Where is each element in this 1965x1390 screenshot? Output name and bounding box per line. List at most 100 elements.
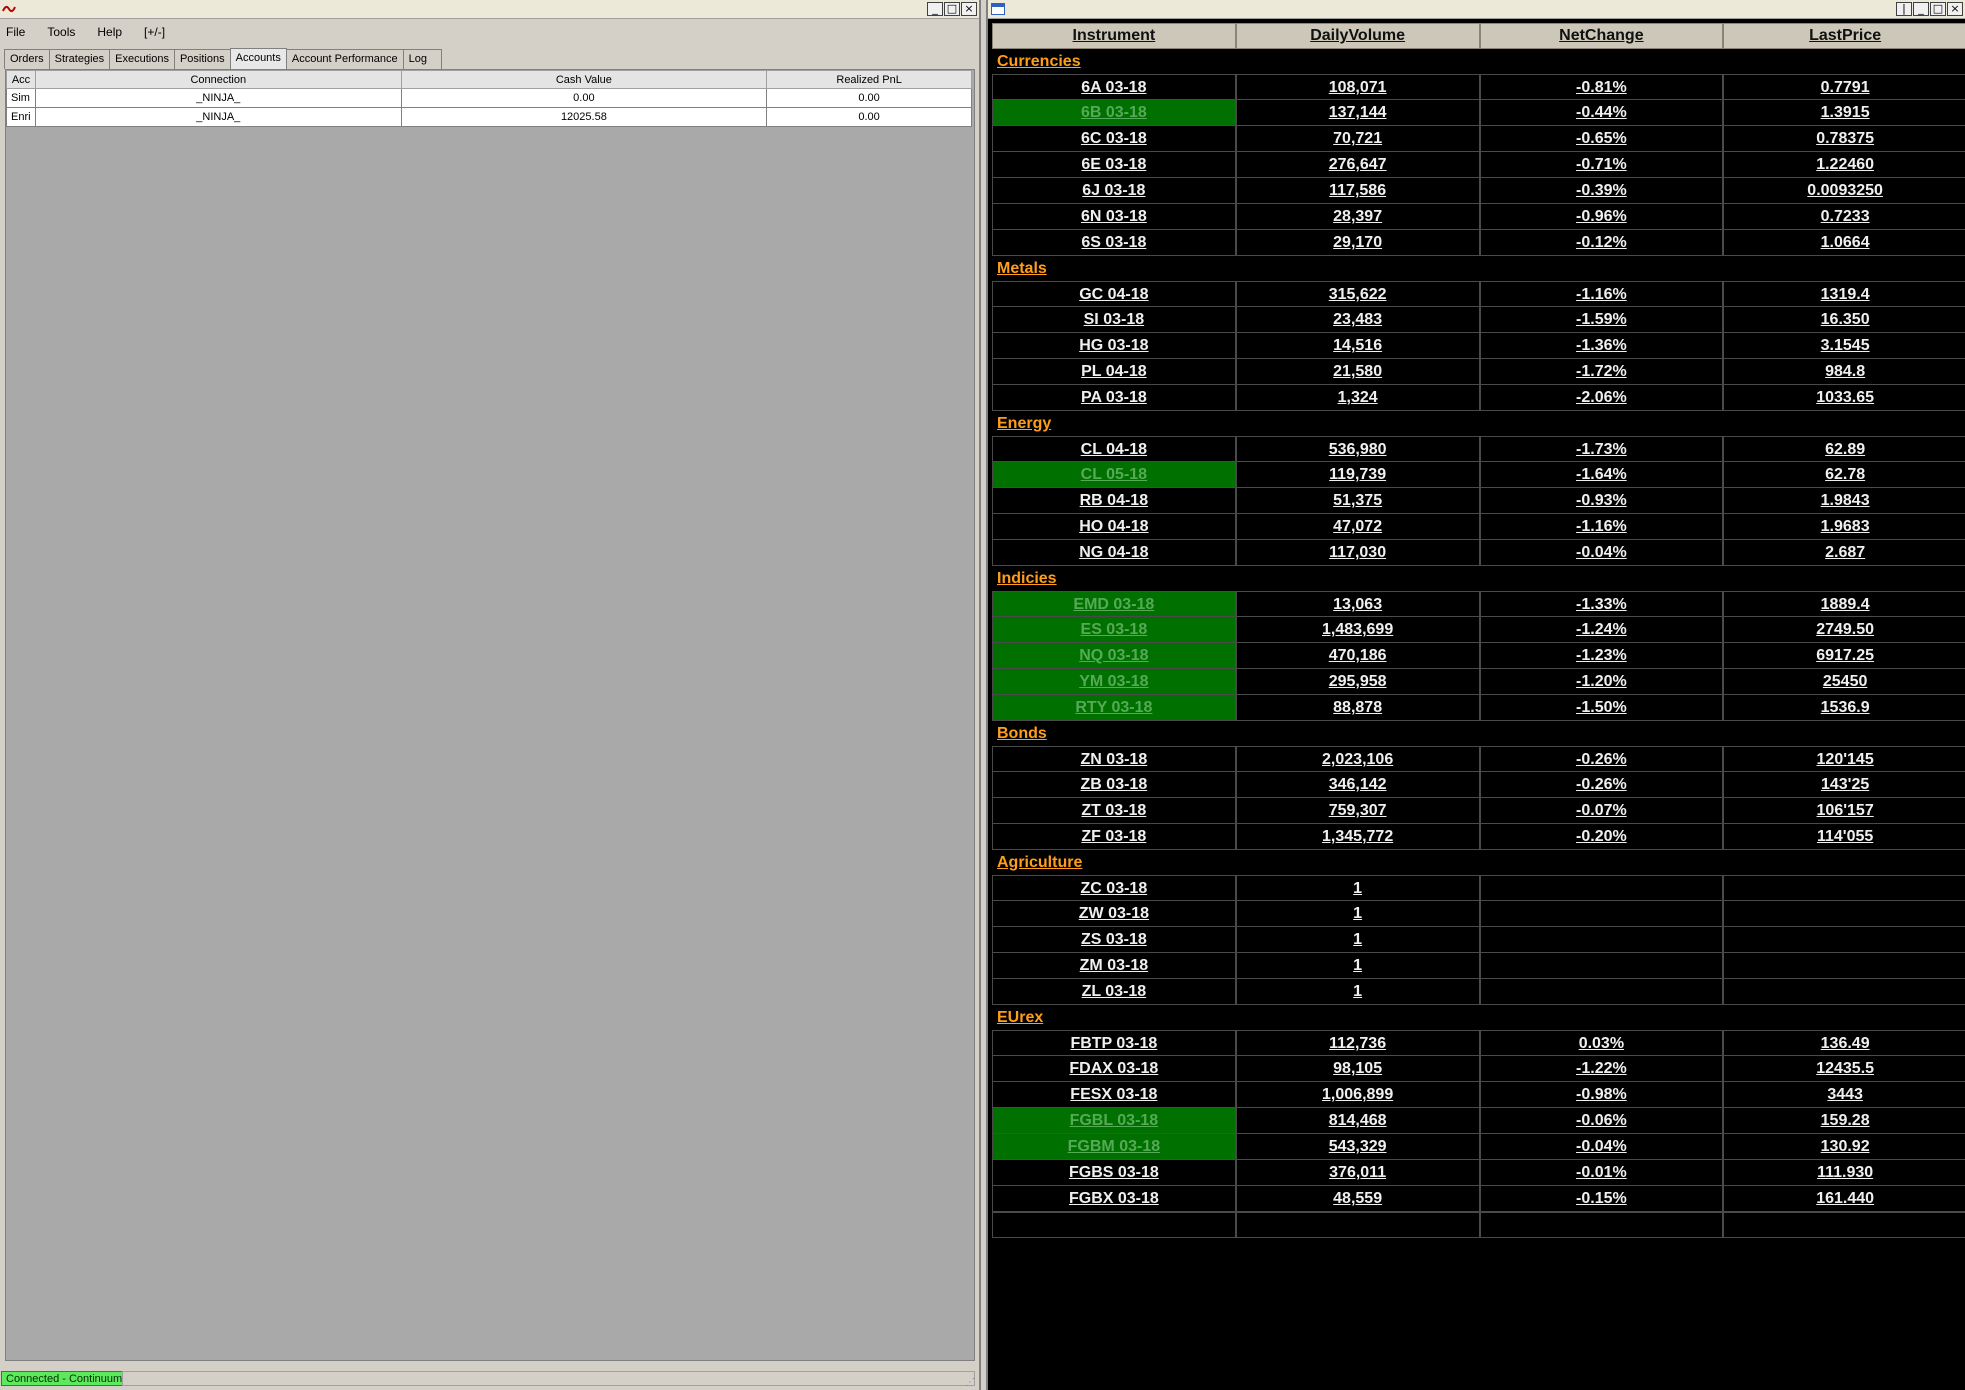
instrument-row[interactable]: GC 04-18 315,622 -1.16% 1319.4 bbox=[992, 281, 1965, 307]
instrument-row[interactable]: NQ 03-18 470,186 -1.23% 6917.25 bbox=[992, 643, 1965, 669]
control-center-titlebar[interactable]: _ □ × bbox=[0, 0, 979, 19]
cell-last-price: 1.9843 bbox=[1723, 488, 1965, 514]
instrument-row[interactable]: ZL 03-18 1 bbox=[992, 979, 1965, 1005]
cell-instrument: 6A 03-18 bbox=[992, 75, 1236, 100]
group-header-indicies[interactable]: Indicies bbox=[992, 566, 1965, 591]
instrument-row[interactable]: FGBX 03-18 48,559 -0.15% 161.440 bbox=[992, 1186, 1965, 1212]
instrument-row[interactable]: ZW 03-18 1 bbox=[992, 901, 1965, 927]
instrument-row[interactable]: 6C 03-18 70,721 -0.65% 0.78375 bbox=[992, 126, 1965, 152]
table-row[interactable]: Sim _NINJA_ 0.00 0.00 bbox=[6, 88, 972, 108]
instrument-row[interactable]: HO 04-18 47,072 -1.16% 1.9683 bbox=[992, 514, 1965, 540]
instrument-row[interactable]: 6N 03-18 28,397 -0.96% 0.7233 bbox=[992, 204, 1965, 230]
menu-toggle[interactable]: [+/-] bbox=[144, 25, 165, 39]
minimize-button[interactable]: _ bbox=[927, 2, 943, 16]
instrument-row[interactable]: YM 03-18 295,958 -1.20% 25450 bbox=[992, 669, 1965, 695]
col-header-instrument[interactable]: Instrument bbox=[992, 23, 1236, 49]
col-header-last-price[interactable]: LastPrice bbox=[1723, 23, 1965, 49]
instrument-row[interactable]: CL 04-18 536,980 -1.73% 62.89 bbox=[992, 436, 1965, 462]
instrument-row[interactable]: FGBS 03-18 376,011 -0.01% 111.930 bbox=[992, 1160, 1965, 1186]
cell-last-price: 106'157 bbox=[1723, 798, 1965, 824]
instrument-row[interactable]: FGBM 03-18 543,329 -0.04% 130.92 bbox=[992, 1134, 1965, 1160]
col-header-realized-pnl[interactable]: Realized PnL bbox=[766, 70, 972, 89]
group-header-metals[interactable]: Metals bbox=[992, 256, 1965, 281]
instrument-row[interactable]: CL 05-18 119,739 -1.64% 62.78 bbox=[992, 462, 1965, 488]
instrument-row[interactable]: HG 03-18 14,516 -1.36% 3.1545 bbox=[992, 333, 1965, 359]
instrument-row[interactable]: ZF 03-18 1,345,772 -0.20% 114'055 bbox=[992, 824, 1965, 850]
instrument-row[interactable]: FDAX 03-18 98,105 -1.22% 12435.5 bbox=[992, 1056, 1965, 1082]
cell-daily-volume: 1 bbox=[1235, 979, 1480, 1005]
instrument-row[interactable]: ZT 03-18 759,307 -0.07% 106'157 bbox=[992, 798, 1965, 824]
col-header-cash-value[interactable]: Cash Value bbox=[400, 70, 768, 89]
cell-last-price: 1033.65 bbox=[1723, 385, 1965, 411]
cell-last-price: 159.28 bbox=[1723, 1108, 1965, 1134]
instrument-row[interactable]: ZN 03-18 2,023,106 -0.26% 120'145 bbox=[992, 746, 1965, 772]
close-button[interactable]: × bbox=[1947, 2, 1963, 16]
instrument-row[interactable]: 6S 03-18 29,170 -0.12% 1.0664 bbox=[992, 230, 1965, 256]
pin-button[interactable]: | bbox=[1896, 2, 1912, 16]
tab-log[interactable]: Log bbox=[402, 49, 442, 69]
cell-instrument: ZL 03-18 bbox=[992, 979, 1236, 1005]
cell-net-change: -0.06% bbox=[1479, 1108, 1724, 1134]
group-header-currencies[interactable]: Currencies bbox=[992, 49, 1965, 74]
instrument-row[interactable]: 6A 03-18 108,071 -0.81% 0.7791 bbox=[992, 74, 1965, 100]
instrument-row[interactable]: NG 04-18 117,030 -0.04% 2.687 bbox=[992, 540, 1965, 566]
instrument-row[interactable]: EMD 03-18 13,063 -1.33% 1889.4 bbox=[992, 591, 1965, 617]
col-header-acc[interactable]: Acc bbox=[6, 70, 36, 89]
tab-executions[interactable]: Executions bbox=[109, 49, 175, 69]
instrument-row[interactable]: SI 03-18 23,483 -1.59% 16.350 bbox=[992, 307, 1965, 333]
cell-last-price: 1.22460 bbox=[1723, 152, 1965, 178]
cell-net-change: -1.16% bbox=[1479, 514, 1724, 540]
cell-last-price: 1.3915 bbox=[1723, 100, 1965, 126]
instrument-row[interactable]: ZB 03-18 346,142 -0.26% 143'25 bbox=[992, 772, 1965, 798]
cell-last-price: 2749.50 bbox=[1723, 617, 1965, 643]
cell-last-price: 984.8 bbox=[1723, 359, 1965, 385]
col-header-net-change[interactable]: NetChange bbox=[1479, 23, 1724, 49]
group-header-energy[interactable]: Energy bbox=[992, 411, 1965, 436]
instrument-row[interactable]: ZS 03-18 1 bbox=[992, 927, 1965, 953]
instrument-row[interactable]: FGBL 03-18 814,468 -0.06% 159.28 bbox=[992, 1108, 1965, 1134]
cell-last-price: 136.49 bbox=[1723, 1031, 1965, 1056]
cell-net-change: -0.93% bbox=[1479, 488, 1724, 514]
tab-account-performance[interactable]: Account Performance bbox=[285, 49, 404, 69]
instrument-row[interactable]: 6J 03-18 117,586 -0.39% 0.0093250 bbox=[992, 178, 1965, 204]
tab-accounts[interactable]: Accounts bbox=[229, 48, 287, 70]
instrument-row[interactable]: FESX 03-18 1,006,899 -0.98% 3443 bbox=[992, 1082, 1965, 1108]
instrument-row[interactable]: ZC 03-18 1 bbox=[992, 875, 1965, 901]
instrument-row[interactable]: ES 03-18 1,483,699 -1.24% 2749.50 bbox=[992, 617, 1965, 643]
instrument-row[interactable]: 6B 03-18 137,144 -0.44% 1.3915 bbox=[992, 100, 1965, 126]
col-header-connection[interactable]: Connection bbox=[34, 70, 402, 89]
cell-instrument: ZM 03-18 bbox=[992, 953, 1236, 979]
tab-strategies[interactable]: Strategies bbox=[48, 49, 111, 69]
menu-file[interactable]: File bbox=[6, 25, 25, 39]
cell-net-change bbox=[1479, 876, 1724, 901]
cell-daily-volume: 1,345,772 bbox=[1235, 824, 1480, 850]
menu-help[interactable]: Help bbox=[97, 25, 122, 39]
group-header-agriculture[interactable]: Agriculture bbox=[992, 850, 1965, 875]
tab-orders[interactable]: Orders bbox=[4, 49, 50, 69]
cell-last-price: 2.687 bbox=[1723, 540, 1965, 566]
cell-instrument: NQ 03-18 bbox=[992, 643, 1236, 669]
cell-instrument: 6J 03-18 bbox=[992, 178, 1236, 204]
table-row[interactable]: Enri _NINJA_ 12025.58 0.00 bbox=[6, 107, 972, 127]
instrument-row[interactable]: ZM 03-18 1 bbox=[992, 953, 1965, 979]
cell-net-change: -0.07% bbox=[1479, 798, 1724, 824]
instrument-row[interactable]: 6E 03-18 276,647 -0.71% 1.22460 bbox=[992, 152, 1965, 178]
col-header-daily-volume[interactable]: DailyVolume bbox=[1235, 23, 1480, 49]
maximize-button[interactable]: □ bbox=[1930, 2, 1946, 16]
group-header-bonds[interactable]: Bonds bbox=[992, 721, 1965, 746]
instrument-row[interactable]: PL 04-18 21,580 -1.72% 984.8 bbox=[992, 359, 1965, 385]
maximize-button[interactable]: □ bbox=[944, 2, 960, 16]
close-button[interactable]: × bbox=[961, 2, 977, 16]
cell-net-change: -0.04% bbox=[1479, 1134, 1724, 1160]
instrument-row[interactable]: PA 03-18 1,324 -2.06% 1033.65 bbox=[992, 385, 1965, 411]
instrument-row[interactable]: RB 04-18 51,375 -0.93% 1.9843 bbox=[992, 488, 1965, 514]
menu-tools[interactable]: Tools bbox=[47, 25, 75, 39]
instrument-row[interactable]: RTY 03-18 88,878 -1.50% 1536.9 bbox=[992, 695, 1965, 721]
minimize-button[interactable]: _ bbox=[1913, 2, 1929, 16]
instrument-row[interactable]: FBTP 03-18 112,736 0.03% 136.49 bbox=[992, 1030, 1965, 1056]
market-analyzer-titlebar[interactable]: | _ □ × bbox=[988, 0, 1965, 19]
cell-daily-volume: 98,105 bbox=[1235, 1056, 1480, 1082]
resize-grip-icon[interactable]: ⋰ bbox=[965, 1377, 975, 1388]
group-header-eurex[interactable]: EUrex bbox=[992, 1005, 1965, 1030]
tab-positions[interactable]: Positions bbox=[173, 49, 231, 69]
